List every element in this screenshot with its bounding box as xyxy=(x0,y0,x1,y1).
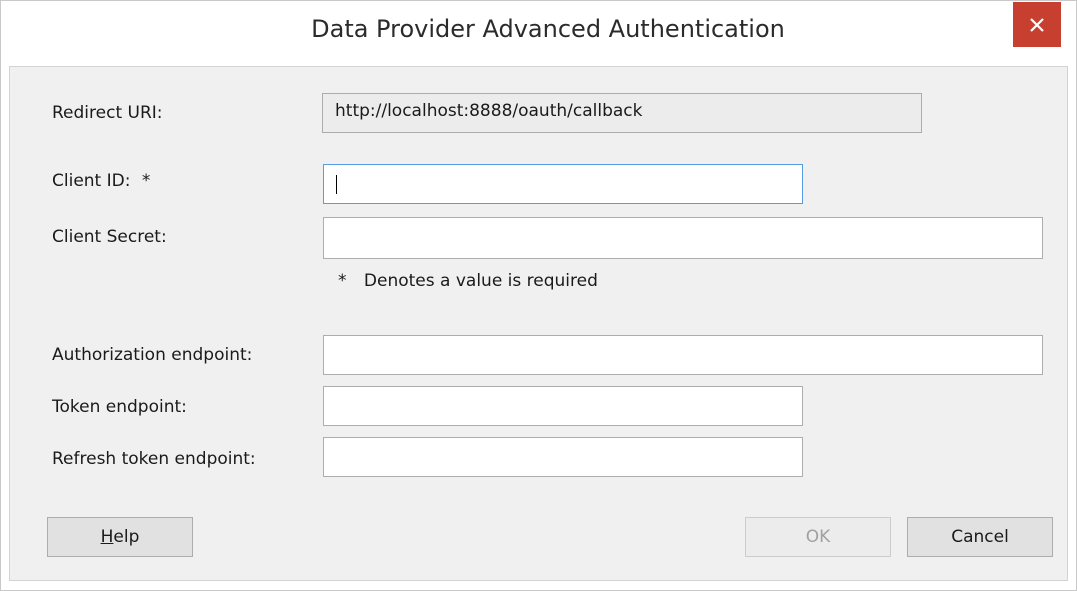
token-endpoint-label: Token endpoint: xyxy=(52,397,187,417)
required-note-marker: * xyxy=(338,271,347,291)
text-caret xyxy=(336,175,337,194)
dialog-title: Data Provider Advanced Authentication xyxy=(311,15,785,43)
cancel-button[interactable]: Cancel xyxy=(907,517,1053,557)
required-note-text: Denotes a value is required xyxy=(363,271,598,291)
client-secret-input[interactable] xyxy=(323,217,1043,259)
authorization-endpoint-label: Authorization endpoint: xyxy=(52,345,253,365)
required-note: * Denotes a value is required xyxy=(338,271,598,291)
close-icon xyxy=(1030,18,1044,32)
dialog-window: Data Provider Advanced Authentication Re… xyxy=(0,0,1077,591)
close-button[interactable] xyxy=(1013,2,1061,47)
client-id-label-text: Client ID: xyxy=(52,171,131,191)
title-bar[interactable]: Data Provider Advanced Authentication xyxy=(1,1,1076,66)
redirect-uri-field[interactable]: http://localhost:8888/oauth/callback xyxy=(322,93,922,133)
dialog-body: Redirect URI: http://localhost:8888/oaut… xyxy=(9,66,1068,581)
help-button[interactable]: Help xyxy=(47,517,193,557)
help-label-rest: elp xyxy=(113,527,140,547)
authorization-endpoint-input[interactable] xyxy=(323,335,1043,375)
client-secret-label: Client Secret: xyxy=(52,227,167,247)
refresh-token-endpoint-label: Refresh token endpoint: xyxy=(52,449,256,469)
redirect-uri-label: Redirect URI: xyxy=(52,103,163,123)
token-endpoint-input[interactable] xyxy=(323,386,803,426)
refresh-token-endpoint-input[interactable] xyxy=(323,437,803,477)
help-mnemonic: H xyxy=(100,527,114,547)
client-id-label: Client ID: * xyxy=(52,171,150,191)
client-id-input[interactable] xyxy=(323,164,803,204)
client-id-required-marker: * xyxy=(141,171,151,191)
ok-button[interactable]: OK xyxy=(745,517,891,557)
